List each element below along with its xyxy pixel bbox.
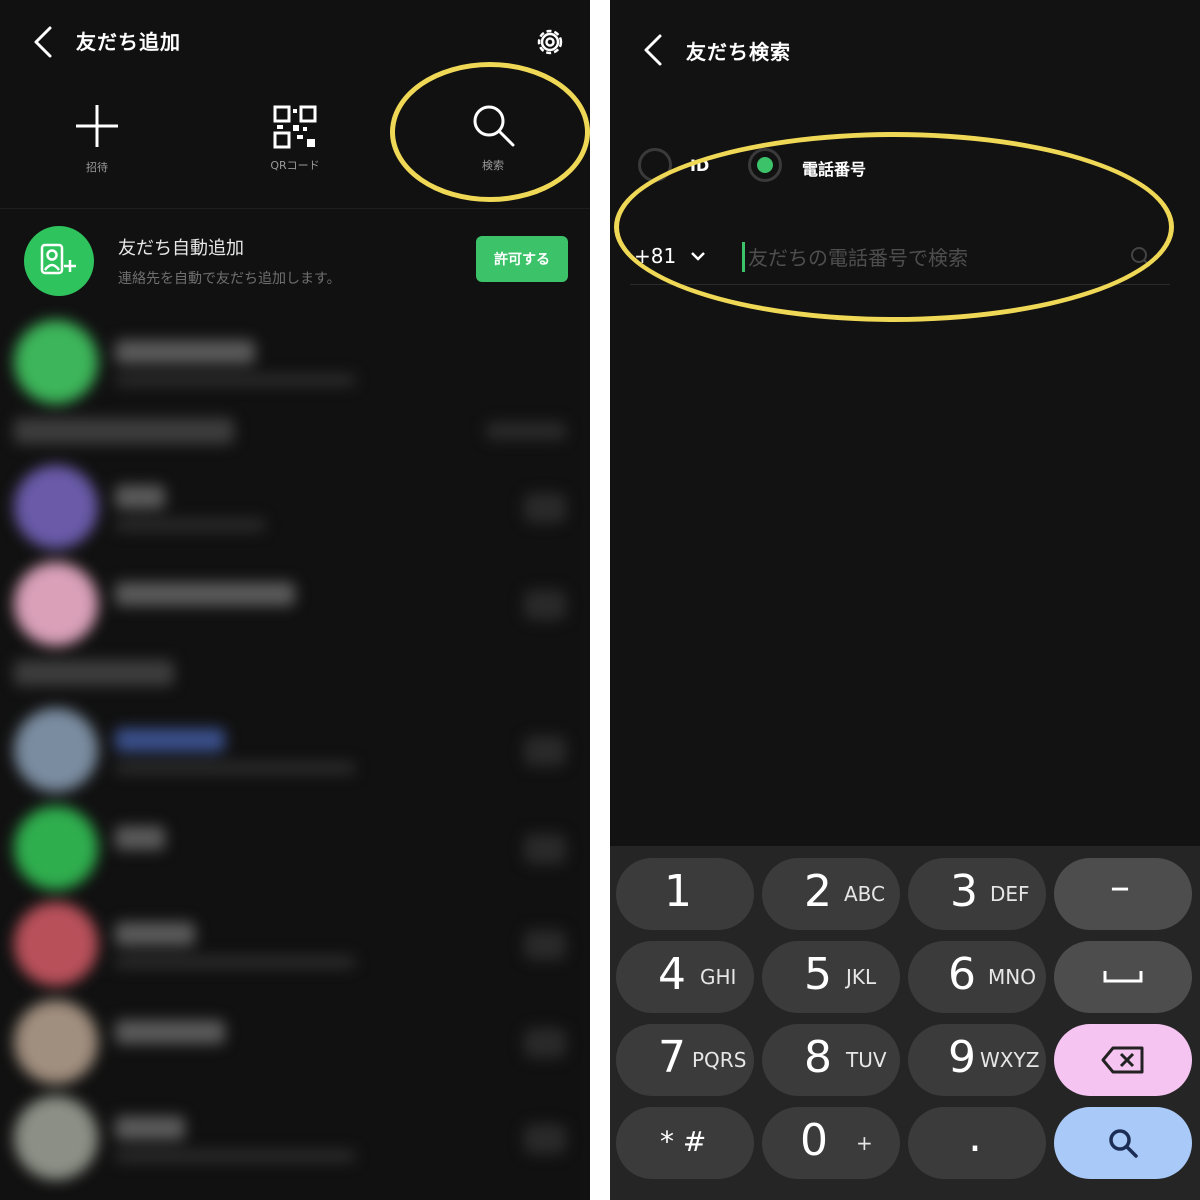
key-0[interactable]: 0 + — [762, 1107, 900, 1179]
call-icon[interactable] — [524, 834, 566, 864]
list-item[interactable] — [0, 990, 590, 1090]
avatar — [14, 562, 98, 646]
avatar — [14, 1000, 98, 1084]
gear-icon[interactable] — [532, 24, 568, 60]
key-period[interactable]: . — [908, 1107, 1046, 1179]
key-minus[interactable]: – — [1054, 858, 1192, 930]
key-backspace[interactable] — [1054, 1024, 1192, 1096]
list-item[interactable] — [0, 552, 590, 652]
space-bar-icon — [1103, 971, 1143, 983]
key-2[interactable]: 2 ABC — [762, 858, 900, 930]
back-arrow-icon[interactable] — [638, 32, 668, 68]
key-9[interactable]: 9 WXYZ — [908, 1024, 1046, 1096]
auto-add-title: 友だち自動追加 — [118, 238, 244, 259]
qr-code-button[interactable]: QRコード — [220, 95, 370, 195]
avatar — [14, 320, 98, 404]
key-search[interactable] — [1054, 1107, 1192, 1179]
plus-icon — [76, 105, 118, 147]
auto-add-subtitle: 連絡先を自動で友だち追加します。 — [118, 271, 341, 287]
call-icon[interactable] — [524, 590, 566, 620]
key-3[interactable]: 3 DEF — [908, 858, 1046, 930]
section-header-meta — [486, 422, 566, 440]
list-item[interactable] — [0, 310, 590, 410]
list-item-subtitle — [115, 1150, 355, 1162]
call-icon[interactable] — [524, 930, 566, 960]
list-item[interactable] — [0, 455, 590, 555]
invite-button[interactable]: 招待 — [22, 95, 172, 195]
list-item-name — [115, 728, 225, 752]
divider — [0, 208, 590, 209]
section-header — [14, 418, 234, 444]
key-8[interactable]: 8 TUV — [762, 1024, 900, 1096]
auto-add-avatar — [24, 226, 94, 296]
search-icon — [1109, 1129, 1138, 1158]
highlight-circle-search — [390, 62, 590, 202]
list-item-subtitle — [115, 762, 355, 774]
key-4[interactable]: 4 GHI — [616, 941, 754, 1013]
auto-add-row: 友だち自動追加 連絡先を自動で友だち追加します。 許可する — [0, 222, 590, 302]
page-title: 友だち追加 — [76, 30, 181, 54]
avatar — [14, 902, 98, 986]
list-item-name — [115, 340, 255, 364]
key-space[interactable] — [1054, 941, 1192, 1013]
numeric-keypad: 1 2 ABC 3 DEF – 4 GHI 5 JKL 6 MNO 7 PQRS… — [610, 846, 1200, 1200]
list-item-name — [115, 1116, 185, 1140]
key-7[interactable]: 7 PQRS — [616, 1024, 754, 1096]
qr-code-label: QRコード — [270, 159, 320, 172]
blurred-friend-list — [0, 300, 590, 1200]
key-5[interactable]: 5 JKL — [762, 941, 900, 1013]
qr-code-icon — [273, 105, 317, 149]
list-item-name — [115, 922, 195, 946]
avatar — [14, 465, 98, 549]
list-item-subtitle — [115, 519, 265, 531]
list-item[interactable] — [0, 892, 590, 992]
add-friends-screen: 友だち追加 招待 QRコード 検索 友だち自動追加 連絡先を自動で友だち追加しま… — [0, 0, 590, 1200]
avatar — [14, 806, 98, 890]
list-item-name — [115, 826, 165, 850]
back-arrow-icon[interactable] — [28, 24, 58, 60]
list-item-subtitle — [115, 374, 355, 386]
list-item-name — [115, 582, 295, 606]
list-item-name — [115, 1020, 225, 1044]
highlight-circle-phone-search — [614, 132, 1174, 322]
key-6[interactable]: 6 MNO — [908, 941, 1046, 1013]
avatar — [14, 708, 98, 792]
call-icon[interactable] — [524, 493, 566, 523]
invite-label: 招待 — [86, 161, 108, 174]
list-item[interactable] — [0, 698, 590, 798]
call-icon[interactable] — [524, 1124, 566, 1154]
call-icon[interactable] — [524, 1028, 566, 1058]
list-item-subtitle — [115, 956, 355, 968]
add-person-icon — [40, 243, 76, 275]
avatar — [14, 1096, 98, 1180]
list-item[interactable] — [0, 796, 590, 896]
key-star-hash[interactable]: * # — [616, 1107, 754, 1179]
key-1[interactable]: 1 — [616, 858, 754, 930]
header: 友だち検索 — [610, 0, 1200, 85]
call-icon[interactable] — [524, 736, 566, 766]
list-item[interactable] — [0, 1086, 590, 1186]
backspace-icon — [1101, 1046, 1144, 1074]
section-header — [14, 660, 174, 686]
list-item-name — [115, 485, 165, 509]
page-title: 友だち検索 — [686, 40, 791, 64]
friend-search-screen: 友だち検索 ID 電話番号 +81 1 2 ABC 3 DEF — [610, 0, 1200, 1200]
allow-button[interactable]: 許可する — [476, 236, 568, 282]
